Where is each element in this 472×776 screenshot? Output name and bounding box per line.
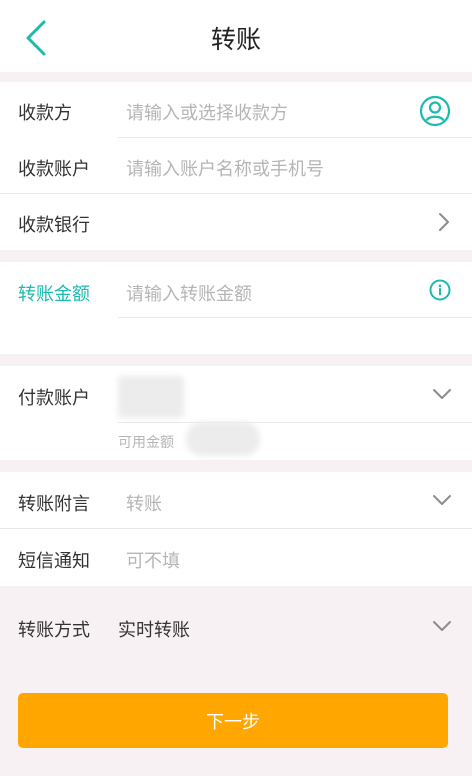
payer-account-label: 付款账户 — [18, 388, 90, 409]
payer-account-row[interactable]: 付款账户 — [0, 366, 472, 422]
memo-row[interactable]: 转账附言 转账 — [0, 472, 472, 528]
bank-select-button[interactable] — [434, 210, 454, 234]
transfer-page: 转账 收款方 请输入或选择收款方 收款账户 请输入账户名称或手机号 收款银行 转… — [0, 0, 472, 776]
page-title: 转账 — [210, 25, 261, 54]
chevron-down-icon — [433, 495, 451, 505]
contact-picker-button[interactable] — [418, 94, 452, 128]
payer-section: 付款账户 可用金额 — [0, 366, 472, 460]
payee-name-row[interactable]: 收款方 请输入或选择收款方 — [0, 82, 472, 138]
transfer-method-value: 实时转账 — [118, 620, 190, 641]
payee-bank-label: 收款银行 — [18, 215, 90, 236]
sms-label: 短信通知 — [18, 551, 90, 572]
amount-input[interactable]: 请输入转账金额 — [126, 280, 252, 306]
payee-account-label: 收款账户 — [18, 159, 90, 180]
payee-account-input[interactable]: 请输入账户名称或手机号 — [126, 155, 324, 181]
payee-name-label: 收款方 — [18, 103, 72, 124]
amount-info-button[interactable] — [428, 278, 452, 302]
redacted-account-number — [118, 376, 184, 418]
available-balance-label: 可用金额 — [118, 435, 174, 451]
sms-row[interactable]: 短信通知 可不填 — [0, 529, 472, 586]
user-contact-icon — [419, 95, 451, 127]
amount-label: 转账金额 — [18, 284, 90, 305]
transfer-method-label: 转账方式 — [18, 620, 90, 641]
amount-section: 转账金额 请输入转账金额 — [0, 262, 472, 354]
payee-section: 收款方 请输入或选择收款方 收款账户 请输入账户名称或手机号 收款银行 — [0, 82, 472, 250]
divider — [118, 317, 472, 318]
divider — [118, 422, 472, 423]
payee-bank-row[interactable]: 收款银行 — [0, 194, 472, 250]
info-icon — [429, 279, 451, 301]
chevron-down-icon — [433, 389, 451, 399]
payee-name-input[interactable]: 请输入或选择收款方 — [126, 99, 288, 125]
payee-account-row[interactable]: 收款账户 请输入账户名称或手机号 — [0, 138, 472, 194]
transfer-method-dropdown[interactable] — [430, 616, 454, 636]
memo-dropdown[interactable] — [430, 490, 454, 510]
payer-account-dropdown[interactable] — [430, 384, 454, 404]
header-bar: 转账 — [0, 0, 472, 72]
chevron-down-icon — [433, 621, 451, 631]
memo-input[interactable]: 转账 — [126, 490, 162, 516]
redacted-balance — [186, 422, 260, 456]
sms-input[interactable]: 可不填 — [126, 547, 180, 573]
memo-label: 转账附言 — [18, 494, 90, 515]
extra-section: 转账附言 转账 短信通知 可不填 — [0, 472, 472, 586]
transfer-method-row[interactable]: 转账方式 实时转账 — [0, 600, 472, 656]
chevron-right-icon — [439, 213, 449, 231]
next-step-button[interactable]: 下一步 — [18, 693, 448, 748]
